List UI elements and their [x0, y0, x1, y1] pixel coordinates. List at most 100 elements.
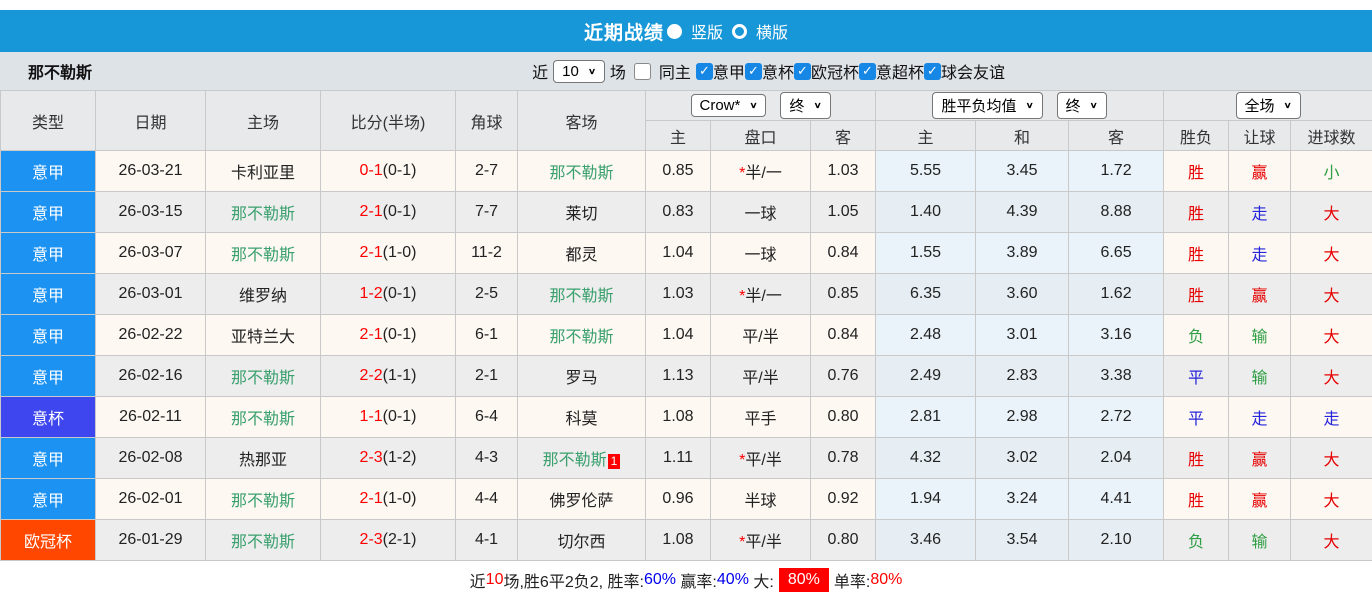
- competition-filters: ✓ 意甲 ✓ 意杯 ✓ 欧冠杯 ✓ 意超杯 ✓ 球会友谊: [695, 59, 1005, 83]
- avg-draw-cell: 4.39: [975, 191, 1070, 233]
- away-team-name: 佛罗伦萨: [549, 493, 614, 510]
- vertical-radio-label[interactable]: 竖版: [691, 19, 723, 43]
- results-table: 类型 日期 主场 比分(半场) 角球 客场 Crow* ∨ 终 ∨ 胜平负均值 ∨ 终…: [0, 90, 1372, 561]
- goals-result-cell: 小: [1290, 150, 1372, 192]
- odds-away-cell: 0.76: [809, 355, 877, 397]
- competition-checkbox-意甲[interactable]: ✓: [695, 62, 713, 80]
- table-body: 意甲 26-03-21 卡利亚里 0-1(0-1) 2-7 那不勒斯 0.85 *半/一 1.0…: [0, 150, 1372, 561]
- avg-draw-cell: 3.60: [975, 273, 1070, 315]
- type-badge-cell: 意甲: [0, 437, 96, 479]
- avg-home-cell: 3.46: [875, 519, 977, 561]
- odds-company-select[interactable]: Crow* ∨: [690, 94, 767, 117]
- score-cell: 2-3(1-2): [320, 437, 456, 479]
- avg-draw-cell: 3.24: [975, 478, 1070, 520]
- odds-home-cell: 0.85: [645, 150, 711, 192]
- type-badge-cell: 意甲: [0, 355, 96, 397]
- away-team-name: 莱切: [565, 206, 598, 223]
- horizontal-radio[interactable]: [732, 23, 747, 39]
- corner-cell: 2-7: [455, 150, 518, 192]
- halftime-score: (1-0): [382, 490, 417, 507]
- horizontal-radio-label[interactable]: 横版: [756, 19, 788, 43]
- type-badge-cell: 意甲: [0, 478, 96, 520]
- odds-away-cell: 0.84: [809, 314, 877, 356]
- avg-home-cell: 2.49: [875, 355, 977, 397]
- avg-time-select[interactable]: 终 ∨: [1056, 92, 1107, 119]
- chevron-down-icon: ∨: [587, 66, 596, 76]
- odds-away-cell: 0.92: [809, 478, 877, 520]
- goals-result-cell: 大: [1290, 273, 1372, 315]
- table-row: 意甲 26-03-07 那不勒斯 2-1(1-0) 11-2 都灵 1.04 一球 0.84 1.…: [0, 232, 1372, 274]
- avg-type-select[interactable]: 胜平负均值 ∨: [932, 92, 1043, 119]
- filter-controls: 近 10 ∨ 场 同主 ✓ 意甲 ✓ 意杯 ✓ 欧冠杯 ✓ 意超杯 ✓ 球会友谊: [532, 59, 1005, 83]
- scope-select[interactable]: 全场 ∨: [1235, 92, 1301, 119]
- avg-away-cell: 2.10: [1068, 519, 1165, 561]
- home-team-name: 那不勒斯: [230, 370, 295, 387]
- odds-time-select[interactable]: 终 ∨: [780, 92, 831, 119]
- result-cell: 胜: [1163, 191, 1230, 233]
- handicap-result-cell: 赢: [1228, 273, 1292, 315]
- away-team-cell: 那不勒斯: [517, 273, 646, 315]
- table-row: 欧冠杯 26-01-29 那不勒斯 2-3(2-1) 4-1 切尔西 1.08 *平/半 0.8…: [0, 519, 1372, 561]
- home-team-name: 卡利亚里: [230, 165, 295, 182]
- fulltime-score: 1-2: [359, 285, 383, 302]
- odds-away-cell: 0.80: [809, 519, 877, 561]
- result-cell: 胜: [1163, 437, 1230, 479]
- away-team-name: 那不勒斯: [549, 288, 614, 305]
- avg-away-cell: 3.16: [1068, 314, 1165, 356]
- halftime-score: (1-1): [382, 367, 417, 384]
- avg-draw-cell: 3.02: [975, 437, 1070, 479]
- handicap-text: 平/半: [745, 534, 782, 551]
- summary-segment: 60%: [643, 571, 676, 588]
- score-cell: 2-3(2-1): [320, 519, 456, 561]
- vertical-radio[interactable]: [666, 23, 682, 39]
- header-let-result: 让球: [1228, 120, 1292, 151]
- home-team-name: 那不勒斯: [230, 534, 295, 551]
- home-team-cell: 那不勒斯: [205, 191, 321, 233]
- odds-home-cell: 1.11: [645, 437, 711, 479]
- odds-home-cell: 1.08: [645, 396, 711, 438]
- header-result: 胜负: [1163, 120, 1230, 151]
- odds-home-cell: 0.83: [645, 191, 711, 233]
- result-cell: 平: [1163, 396, 1230, 438]
- away-team-name: 那不勒斯: [549, 329, 614, 346]
- competition-checkbox-意杯[interactable]: ✓: [744, 62, 762, 80]
- halftime-score: (1-0): [382, 244, 417, 261]
- competition-checkbox-欧冠杯[interactable]: ✓: [793, 62, 811, 80]
- halftime-score: (0-1): [382, 326, 417, 343]
- competition-label: 球会友谊: [940, 65, 1005, 82]
- recent-count-select[interactable]: 10 ∨: [553, 59, 605, 83]
- corner-cell: 2-5: [455, 273, 518, 315]
- competition-checkbox-意超杯[interactable]: ✓: [858, 62, 876, 80]
- header-avg-away: 客: [1068, 120, 1165, 151]
- result-cell: 负: [1163, 314, 1230, 356]
- fulltime-score: 1-1: [359, 408, 383, 425]
- odds-away-cell: 1.05: [809, 191, 877, 233]
- avg-home-cell: 6.35: [875, 273, 977, 315]
- handicap-text: 平/半: [742, 370, 779, 387]
- home-team-name: 维罗纳: [238, 288, 287, 305]
- odds-home-cell: 1.04: [645, 314, 711, 356]
- competition-checkbox-球会友谊[interactable]: ✓: [923, 62, 941, 80]
- panel-title: 近期战绩: [583, 22, 664, 44]
- handicap-result-cell: 赢: [1228, 437, 1292, 479]
- top-strip: [0, 0, 1372, 10]
- summary-segment: 场,胜6平2负2, 胜率:: [503, 574, 644, 591]
- handicap-text: 平/半: [745, 452, 782, 469]
- score-cell: 2-1(0-1): [320, 314, 456, 356]
- avg-home-cell: 2.81: [875, 396, 977, 438]
- home-team-name: 那不勒斯: [230, 493, 295, 510]
- avg-draw-cell: 2.83: [975, 355, 1070, 397]
- result-cell: 胜: [1163, 232, 1230, 274]
- home-team-cell: 那不勒斯: [205, 355, 321, 397]
- header-away: 客场: [517, 90, 646, 151]
- score-cell: 2-2(1-1): [320, 355, 456, 397]
- fulltime-score: 2-3: [359, 531, 383, 548]
- away-team-name: 那不勒斯: [549, 165, 614, 182]
- avg-home-cell: 1.94: [875, 478, 977, 520]
- team-name: 那不勒斯: [28, 65, 93, 82]
- chevron-down-icon: ∨: [1283, 101, 1292, 111]
- table-header: 类型 日期 主场 比分(半场) 角球 客场 Crow* ∨ 终 ∨ 胜平负均值 ∨ 终…: [0, 90, 1372, 151]
- same-home-checkbox[interactable]: [633, 62, 651, 80]
- header-score: 比分(半场): [320, 90, 456, 151]
- title-bar: 近期战绩 竖版 横版: [0, 10, 1372, 52]
